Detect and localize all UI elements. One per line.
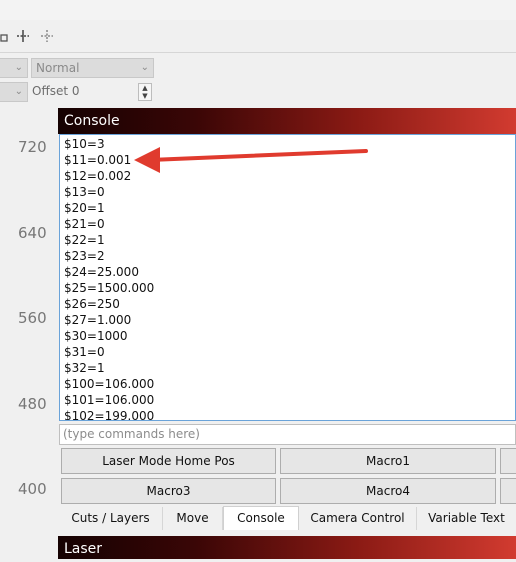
console-line: $13=0 (64, 185, 105, 199)
stepper-down-icon[interactable]: ▼ (139, 92, 151, 100)
tab-variable-text[interactable]: Variable Text (417, 507, 516, 530)
ruler-tick: 480 (18, 395, 47, 413)
vertical-ruler: 720 640 560 480 400 (0, 104, 58, 559)
layer-settings-row: ⌄ Normal ⌄ ⌄ Offset 0 ▲ ▼ (0, 55, 516, 103)
macro1-button[interactable]: Macro1 (280, 448, 496, 474)
offset-field[interactable]: Offset 0 (32, 81, 132, 101)
offset-stepper[interactable]: ▲ ▼ (138, 83, 152, 101)
laser-panel-header: Laser (58, 536, 516, 559)
offset-value: 0 (71, 84, 80, 98)
align-icon[interactable] (0, 29, 14, 43)
toolbar (0, 20, 516, 53)
mode-combo-value: Normal (36, 61, 80, 75)
grid-icon[interactable] (40, 29, 54, 43)
tab-cuts-layers[interactable]: Cuts / Layers (59, 507, 163, 530)
laser-mode-home-pos-button[interactable]: Laser Mode Home Pos (61, 448, 276, 474)
tab-camera-control[interactable]: Camera Control (299, 507, 417, 530)
console-line: $30=1000 (64, 329, 128, 343)
macro5-button[interactable] (500, 478, 516, 504)
console-line: $32=1 (64, 361, 105, 375)
console-panel-header: Console (58, 108, 516, 134)
laser-title: Laser (64, 541, 103, 557)
console-line: $23=2 (64, 249, 105, 263)
console-line: $12=0.002 (64, 169, 132, 183)
console-line: $102=199.000 (64, 409, 155, 421)
console-line: $22=1 (64, 233, 105, 247)
move-icon[interactable] (16, 29, 30, 43)
console-output[interactable]: $10=3 $11=0.001 $12=0.002 $13=0 $20=1 $2… (59, 134, 516, 421)
chevron-down-icon: ⌄ (14, 62, 23, 73)
ruler-tick: 640 (18, 224, 47, 242)
command-input[interactable]: (type commands here) (59, 424, 516, 445)
console-line: $24=25.000 (64, 265, 139, 279)
stepper-up-icon[interactable]: ▲ (139, 84, 151, 92)
left-combo[interactable]: ⌄ (0, 58, 28, 78)
macro2-button[interactable] (500, 448, 516, 474)
tab-console[interactable]: Console (223, 506, 299, 530)
chevron-down-icon: ⌄ (140, 62, 149, 73)
mode-combo[interactable]: Normal ⌄ (31, 58, 154, 78)
console-line: $27=1.000 (64, 313, 132, 327)
left-combo-2[interactable]: ⌄ (0, 82, 28, 102)
macro4-button[interactable]: Macro4 (280, 478, 496, 504)
tab-move[interactable]: Move (163, 507, 223, 530)
console-title: Console (64, 113, 120, 129)
panel-tabs: Cuts / Layers Move Console Camera Contro… (59, 506, 516, 530)
console-line: $11=0.001 (64, 153, 132, 167)
console-line: $20=1 (64, 201, 105, 215)
console-line: $101=106.000 (64, 393, 155, 407)
ruler-tick: 400 (18, 480, 47, 498)
console-line: $21=0 (64, 217, 105, 231)
offset-label: Offset (32, 84, 69, 98)
console-line: $31=0 (64, 345, 105, 359)
console-line: $10=3 (64, 137, 105, 151)
ruler-tick: 720 (18, 138, 47, 156)
macro3-button[interactable]: Macro3 (61, 478, 276, 504)
console-line: $25=1500.000 (64, 281, 155, 295)
ruler-tick: 560 (18, 309, 47, 327)
window-top-strip (0, 0, 516, 21)
console-line: $26=250 (64, 297, 120, 311)
chevron-down-icon: ⌄ (14, 86, 23, 97)
console-line: $100=106.000 (64, 377, 155, 391)
